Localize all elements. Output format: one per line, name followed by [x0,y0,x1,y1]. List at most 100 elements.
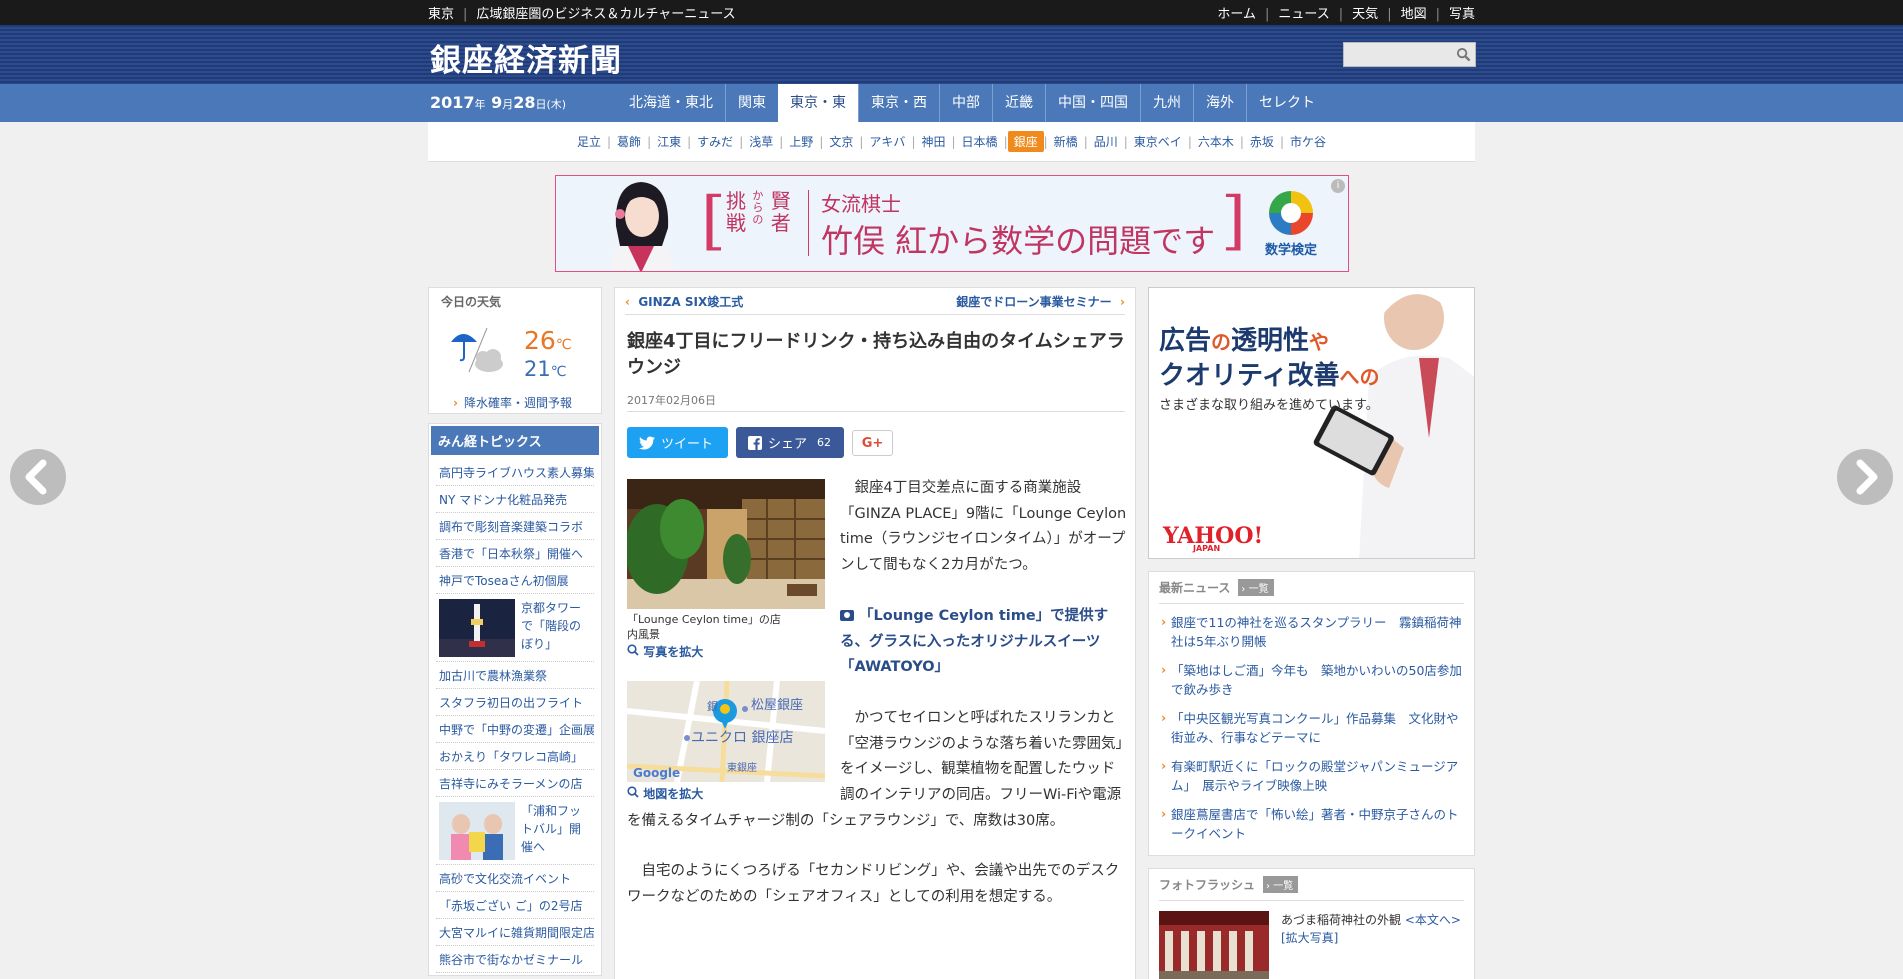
city-tab[interactable]: 浅草 [743,131,779,152]
city-tab[interactable]: 赤坂 [1244,131,1280,152]
news-item[interactable]: 銀座で11の神社を巡るスタンプラリー 霧鎮稲荷神社は5年ぶり開帳 [1159,608,1464,656]
city-tab[interactable]: 銀座 [1007,131,1044,152]
city-tab[interactable]: 新橋 [1048,131,1084,152]
prev-article-link[interactable]: ‹ GINZA SIX竣工式 [625,293,743,310]
city-tab[interactable]: 市ケ谷 [1284,131,1332,152]
nav-news[interactable]: ニュース [1278,7,1329,22]
city-tab[interactable]: 日本橋 [956,131,1004,152]
article: ‹ GINZA SIX竣工式 銀座でドローン事業セミナー › 銀座4丁目にフリー… [614,287,1136,979]
region-tab[interactable]: 中部 [939,84,992,122]
google-plus-button[interactable]: G+ [852,430,893,456]
city-tab[interactable]: 神田 [915,131,951,152]
banner-line2: 竹俣 紅から数学の問題です [821,222,1216,260]
photo-flash-item: あづま稲荷神社の外観 <本文へ> [拡大写真] [1159,901,1464,979]
nav-weather[interactable]: 天気 [1352,7,1378,22]
ad-subline: さまざまな取り組みを進めています。 [1159,398,1379,413]
region-tab[interactable]: 東京・東 [778,84,858,122]
share-count: 62 [817,436,832,449]
next-page-arrow[interactable] [1837,449,1893,505]
site-logo[interactable]: 銀座経済新聞 [430,35,622,80]
prev-page-arrow[interactable] [10,449,66,505]
region-tab[interactable]: 中国・四国 [1045,84,1140,122]
search-input[interactable] [1344,43,1449,66]
topic-item[interactable]: NY マドンナ化粧品発売 [436,486,594,513]
latest-news-list: 銀座で11の神社を巡るスタンプラリー 霧鎮稲荷神社は5年ぶり開帳「築地はしご酒」… [1159,604,1464,848]
topics-box: みん経トピックス 高円寺ライブハウス素人募集 NY マドンナ化粧品発売 調布で彫刻音… [428,423,602,976]
topic-item[interactable]: 「赤坂ござい ご」の2号店 [436,892,594,919]
right-column: 広告の透明性や クオリティ改善への さまざまな取り組みを進めています。 YAHO… [1148,287,1475,979]
region-tab[interactable]: 北海道・東北 [617,84,725,122]
temp-high: 26℃ [524,326,572,355]
topics-list: 高円寺ライブハウス素人募集 NY マドンナ化粧品発売 調布で彫刻音楽建築コラボ 香港で… [431,455,599,973]
share-buttons: ツイート シェア 62 G+ [627,427,893,458]
camera-icon [840,609,854,621]
enlarge-photo-link[interactable]: [拡大写真] [1281,931,1338,945]
topic-item[interactable]: スタフラ初日の出フライト [436,689,594,716]
city-tab[interactable]: 品川 [1088,131,1124,152]
topic-thumbnail[interactable] [439,599,515,657]
city-tab[interactable]: 上野 [783,131,819,152]
latest-news-more-link[interactable]: › 一覧 [1238,579,1274,596]
news-item[interactable]: 「中央区観光写真コンクール」作品募集 文化財や街並み、行事などテーマに [1159,704,1464,752]
facebook-icon [748,435,762,450]
left-column: 今日の天気 26℃ 21℃ 降水確率・週間予報 みん経トピックス 高円寺ライブハ… [428,287,602,976]
topic-item[interactable]: 大宮マルイに雑貨期間限定店 [436,919,594,946]
topic-item[interactable]: 高円寺ライブハウス素人募集 [436,459,594,486]
search-icon[interactable] [1456,47,1471,62]
search-box [1343,42,1476,67]
region-tab[interactable]: セレクト [1246,84,1327,122]
region-tab[interactable]: 近畿 [992,84,1045,122]
topic-item[interactable]: 吉祥寺にみそラーメンの店 [436,770,594,797]
article-title: 銀座4丁目にフリードリンク・持ち込み自由のタイムシェアラウンジ [627,331,1125,378]
facebook-share-button[interactable]: シェア 62 [736,427,844,458]
city-tab[interactable]: 東京ベイ [1128,131,1188,152]
city-tab[interactable]: 六本木 [1192,131,1240,152]
rain-cloud-icon [451,327,503,373]
tweet-button[interactable]: ツイート [627,427,728,458]
next-article-link[interactable]: 銀座でドローン事業セミナー › [956,293,1125,310]
city-tab[interactable]: アキバ [863,131,911,152]
topic-item[interactable]: 神戸でToseaさん初個展 [436,567,594,594]
topic-item[interactable]: 加古川で農林漁業祭 [436,662,594,689]
ad-info-icon[interactable]: i [1331,179,1345,193]
weather-forecast-link[interactable]: 降水確率・週間予報 [453,394,572,411]
twitter-icon [639,436,655,449]
city-tab[interactable]: 足立 [571,131,607,152]
nav-photos[interactable]: 写真 [1449,7,1475,22]
region-tab[interactable]: 九州 [1140,84,1193,122]
city-tab[interactable]: 葛飾 [611,131,647,152]
photo-flash-box: フォトフラッシュ › 一覧 あづま稲荷神社の外観 <本文へ> [拡大写真] [1148,868,1475,979]
topic-item[interactable]: 熊谷市で街なかゼミナール [436,946,594,973]
news-item[interactable]: 「築地はしご酒」今年も 築地かいわいの50店参加で飲み歩き [1159,656,1464,704]
region-tab[interactable]: 東京・西 [858,84,939,122]
suken-logo-icon [1269,191,1313,235]
topic-item[interactable]: 「浦和フットバル」開催へ [436,797,594,865]
news-item[interactable]: 銀座蔦屋書店で「怖い絵」著者・中野京子さんのトークイベント [1159,800,1464,848]
yahoo-ad[interactable]: 広告の透明性や クオリティ改善への さまざまな取り組みを進めています。 YAHO… [1148,287,1475,559]
banner-ad[interactable]: [ 挑戦 からの 賢者 女流棋士 竹俣 紅から数学の問題です ] 数学検定 i [555,175,1349,272]
advert-portrait-image [586,176,696,271]
topic-item[interactable]: おかえり「タワレコ高崎」 [436,743,594,770]
city-tabs: 足立 | 葛飾 | 江東 | すみだ | 浅草 | 上野 | 文京 | アキバ | 神田 | 日本橋 | 銀座 | 新橋 | 品… [428,122,1475,162]
region-tab[interactable]: 海外 [1193,84,1246,122]
city-tab[interactable]: 文京 [823,131,859,152]
topic-item[interactable]: 京都タワーで「階段のぼり」 [436,594,594,662]
nav-home[interactable]: ホーム [1217,7,1256,22]
region-tab[interactable]: 関東 [725,84,778,122]
chevron-right-icon [1856,459,1878,495]
nav-map[interactable]: 地図 [1401,7,1427,22]
article-link[interactable]: <本文へ> [1405,913,1461,927]
photo-flash-image[interactable] [1159,911,1269,979]
masthead: 銀座経済新聞 [0,25,1903,84]
photo-flash-more-link[interactable]: › 一覧 [1263,876,1299,893]
topic-thumbnail[interactable] [439,802,515,860]
topic-item[interactable]: 中野で「中野の変遷」企画展 [436,716,594,743]
photo-flash-header: フォトフラッシュ › 一覧 [1159,869,1464,901]
city-tab[interactable]: すみだ [691,131,739,152]
suken-logo: 数学検定 [1256,191,1326,258]
topic-item[interactable]: 香港で「日本秋祭」開催へ [436,540,594,567]
city-tab[interactable]: 江東 [651,131,687,152]
topic-item[interactable]: 高砂で文化交流イベント [436,865,594,892]
topic-item[interactable]: 調布で彫刻音楽建築コラボ [436,513,594,540]
news-item[interactable]: 有楽町駅近くに「ロックの殿堂ジャパンミュージアム」 展示やライブ映像上映 [1159,752,1464,800]
